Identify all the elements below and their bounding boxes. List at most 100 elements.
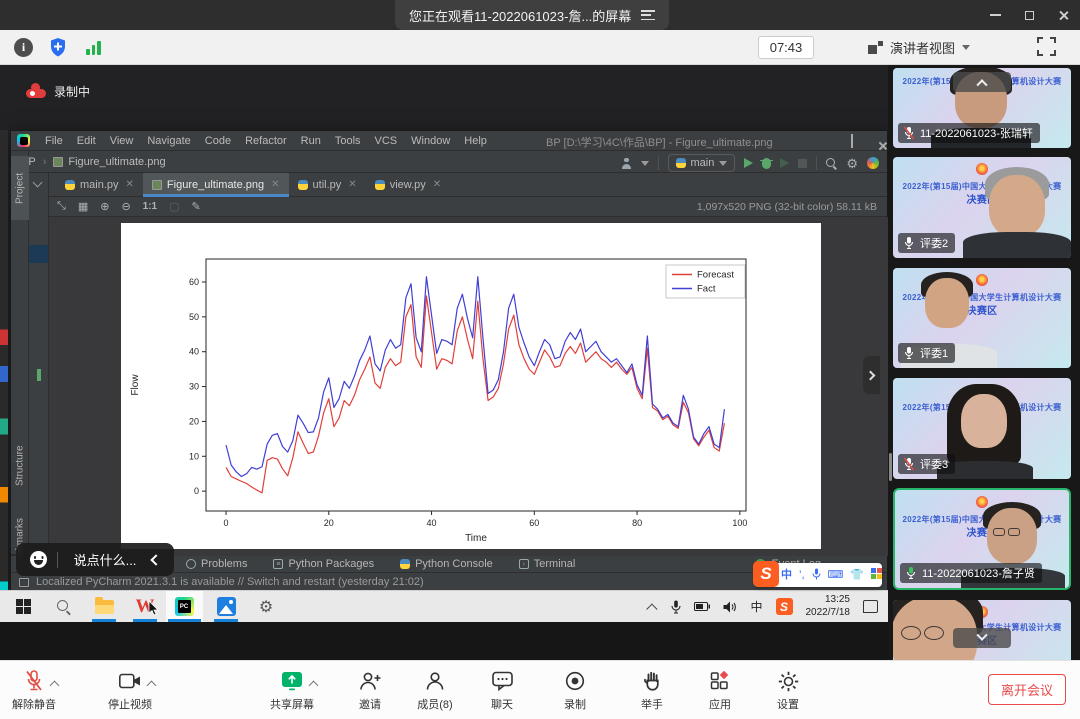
coverage-button[interactable] — [780, 158, 789, 168]
chat-button[interactable]: 聊天 — [474, 668, 530, 714]
sidebar-collapse-handle[interactable] — [863, 356, 880, 394]
menu-help[interactable]: Help — [457, 131, 494, 151]
start-button[interactable] — [8, 591, 38, 622]
selected-tree-item[interactable] — [29, 245, 48, 263]
close-button[interactable] — [1046, 0, 1080, 30]
status-message[interactable]: Localized PyCharm 2021.3.1 is available … — [36, 576, 424, 588]
tray-volume-icon[interactable] — [723, 601, 737, 613]
security-shield-icon[interactable] — [49, 37, 67, 58]
invite-button[interactable]: 邀请 — [342, 668, 398, 714]
fullscreen-icon[interactable] — [1037, 37, 1056, 56]
minimize-button[interactable] — [978, 0, 1012, 30]
fit-zoom-icon[interactable]: ⤡ — [57, 200, 66, 213]
chat-quick-bubble[interactable]: 说点什么... — [16, 543, 174, 576]
file-explorer-icon[interactable] — [90, 591, 118, 622]
chevron-up-icon[interactable] — [50, 681, 60, 691]
breadcrumb-file[interactable]: Figure_ultimate.png — [68, 156, 165, 168]
taskbar-settings-icon[interactable]: ⚙ — [252, 591, 280, 622]
debug-button[interactable] — [762, 158, 771, 169]
pycharm-taskbar-icon[interactable] — [170, 591, 198, 622]
members-button[interactable]: 成员(8) — [407, 668, 463, 714]
zoom-in-icon[interactable]: ⊕ — [100, 200, 109, 213]
share-screen-button[interactable]: 共享屏幕 — [262, 668, 322, 714]
user-account-icon[interactable] — [621, 158, 632, 169]
taskbar-search-icon[interactable] — [50, 591, 78, 622]
view-mode-selector[interactable]: 演讲者视图 — [868, 36, 970, 59]
action-center-icon[interactable] — [863, 600, 878, 613]
meeting-info-icon[interactable]: i — [14, 38, 33, 57]
toolwindow-python-packages[interactable]: ≡ Python Packages — [273, 558, 374, 570]
tab-main-py[interactable]: main.py ✕ — [56, 173, 143, 197]
ime-skin-icon[interactable]: 👕 — [850, 570, 864, 581]
participant-tile-1[interactable]: 2022年(第15届)中国大学生计算机设计大赛 11-2022061023-张瑞… — [893, 68, 1071, 148]
chat-input-placeholder[interactable]: 说点什么... — [58, 550, 152, 569]
close-tab-icon[interactable]: ✕ — [271, 179, 279, 190]
run-button[interactable] — [744, 158, 753, 168]
participant-tile-5-active-speaker[interactable]: 2022年(第15届)中国大学生计算机设计大赛决赛区 11-2022061023… — [893, 488, 1071, 590]
ime-mode-indicator[interactable]: 中 — [750, 598, 762, 615]
menu-vcs[interactable]: VCS — [368, 131, 405, 151]
transparency-icon[interactable]: ▢ — [169, 200, 179, 213]
menu-file[interactable]: File — [38, 131, 70, 151]
ime-keyboard-icon[interactable]: ⌨ — [828, 570, 844, 581]
menu-edit[interactable]: Edit — [70, 131, 103, 151]
photos-app-icon[interactable] — [212, 591, 240, 622]
close-tab-icon[interactable]: ✕ — [348, 179, 356, 190]
tray-mic-icon[interactable] — [671, 600, 681, 614]
tray-battery-icon[interactable] — [694, 602, 710, 611]
chevron-up-icon[interactable] — [309, 681, 319, 691]
maximize-button[interactable] — [1012, 0, 1046, 30]
toolwindow-problems[interactable]: Problems — [186, 558, 247, 570]
participant-tile-4[interactable]: 2022年(第15届)中国大学生计算机设计大赛决赛区 评委3 — [893, 378, 1071, 479]
menu-run[interactable]: Run — [294, 131, 328, 151]
banner-menu-icon[interactable] — [641, 10, 655, 20]
chevron-up-icon[interactable] — [147, 681, 157, 691]
ime-mic-icon[interactable] — [812, 568, 821, 583]
ime-punctuation-icon[interactable]: ’, — [799, 570, 805, 581]
settings-button[interactable]: 设置 — [760, 668, 816, 714]
menu-code[interactable]: Code — [198, 131, 238, 151]
stop-video-button[interactable]: 停止视频 — [100, 668, 160, 714]
sidebar-tab-project[interactable]: Project — [11, 156, 29, 220]
toolwindow-terminal[interactable]: › Terminal — [519, 558, 576, 570]
collapse-chevron-icon[interactable] — [33, 178, 43, 188]
tab-figure-ultimate-png[interactable]: Figure_ultimate.png ✕ — [143, 173, 289, 197]
apps-button[interactable]: 应用 — [692, 668, 748, 714]
scroll-up-button[interactable] — [953, 72, 1011, 92]
grid-icon[interactable]: ▦ — [78, 200, 88, 213]
scroll-down-button[interactable] — [953, 628, 1011, 648]
participant-tile-2[interactable]: 2022年(第15届)中国大学生计算机设计大赛决赛区 评委2 — [893, 157, 1071, 258]
close-tab-icon[interactable]: ✕ — [126, 179, 134, 190]
network-signal-icon[interactable] — [86, 40, 104, 55]
menu-tools[interactable]: Tools — [328, 131, 368, 151]
taskbar-clock[interactable]: 13:25 2022/7/18 — [806, 594, 851, 619]
tray-expand-icon[interactable] — [647, 603, 658, 614]
zoom-out-icon[interactable]: ⊖ — [121, 200, 130, 213]
close-tab-icon[interactable]: ✕ — [433, 179, 441, 190]
menu-refactor[interactable]: Refactor — [238, 131, 294, 151]
sogou-ime-bar[interactable]: S 中 ’, ⌨ 👕 — [755, 563, 882, 587]
sogou-logo-icon[interactable]: S — [753, 561, 779, 587]
record-button[interactable]: 录制 — [547, 668, 603, 714]
code-with-me-icon[interactable] — [867, 157, 879, 169]
zoom-ratio-label[interactable]: 1:1 — [143, 201, 157, 212]
participant-tile-3[interactable]: 2022年(第15届)中国大学生计算机设计大赛决赛区 评委1 — [893, 268, 1071, 368]
leave-meeting-button[interactable]: 离开会议 — [988, 674, 1066, 705]
menu-window[interactable]: Window — [404, 131, 457, 151]
collapse-left-icon[interactable] — [150, 554, 161, 565]
toolwindow-python-console[interactable]: Python Console — [400, 558, 493, 570]
tray-sogou-icon[interactable]: S — [776, 598, 793, 615]
pycharm-maximize-button[interactable] — [851, 135, 853, 147]
sidebar-tab-structure[interactable]: Structure — [11, 431, 29, 501]
search-everywhere-icon[interactable] — [826, 158, 837, 169]
project-panel[interactable] — [29, 173, 49, 554]
unmute-button[interactable]: 解除静音 — [4, 668, 64, 714]
menu-view[interactable]: View — [103, 131, 141, 151]
tab-util-py[interactable]: util.py ✕ — [289, 173, 366, 197]
participant-tile-6-partial[interactable]: 2022年(第15届)中国大学生计算机设计大赛决赛区 — [893, 600, 1071, 660]
raise-hand-button[interactable]: 举手 — [624, 668, 680, 714]
tab-view-py[interactable]: view.py ✕ — [366, 173, 450, 197]
emoji-icon[interactable] — [30, 551, 47, 568]
menu-navigate[interactable]: Navigate — [140, 131, 197, 151]
sidebar-scrollbar[interactable] — [889, 453, 892, 481]
